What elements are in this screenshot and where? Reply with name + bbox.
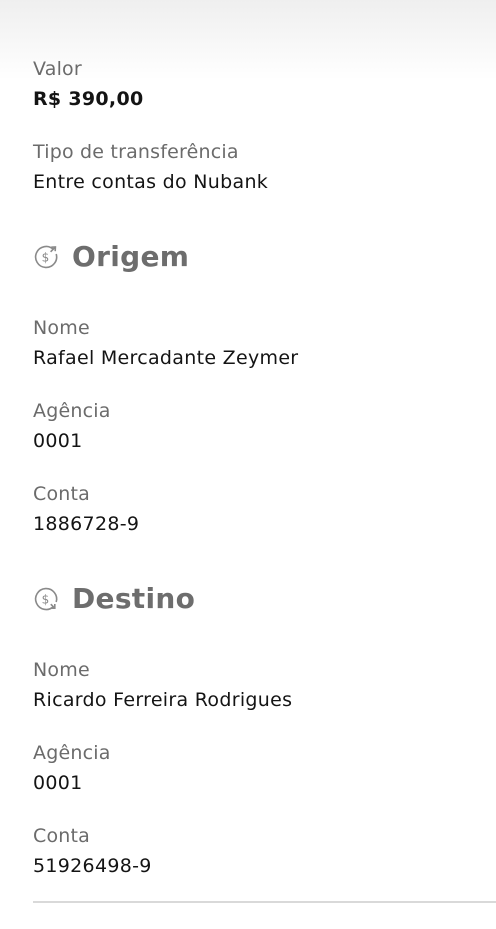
destination-header: $ Destino	[33, 582, 195, 615]
origin-header: $ Origem	[33, 240, 189, 273]
amount-label: Valor	[33, 58, 82, 80]
destination-account-label: Conta	[33, 825, 91, 847]
destination-name-label: Nome	[33, 659, 90, 681]
destination-title: Destino	[72, 582, 196, 615]
svg-text:$: $	[42, 250, 50, 264]
amount-value: R$ 390,00	[33, 88, 144, 110]
money-out-icon: $	[33, 244, 59, 270]
destination-agency-value: 0001	[33, 772, 83, 794]
destination-name-value: Ricardo Ferreira Rodrigues	[33, 689, 293, 711]
svg-text:$: $	[42, 592, 50, 606]
transfer-type-value: Entre contas do Nubank	[33, 171, 269, 193]
destination-name-field: Nome Ricardo Ferreira Rodrigues	[33, 659, 292, 711]
money-in-icon: $	[33, 586, 59, 612]
destination-agency-field: Agência 0001	[33, 742, 111, 794]
origin-name-field: Nome Rafael Mercadante Zeymer	[33, 317, 298, 369]
transfer-type-field: Tipo de transferência Entre contas do Nu…	[33, 141, 268, 193]
origin-agency-field: Agência 0001	[33, 400, 111, 452]
bottom-divider	[33, 901, 496, 903]
origin-account-value: 1886728-9	[33, 513, 140, 535]
destination-account-value: 51926498-9	[33, 855, 152, 877]
origin-agency-label: Agência	[33, 400, 111, 422]
origin-name-label: Nome	[33, 317, 90, 339]
destination-account-field: Conta 51926498-9	[33, 825, 152, 877]
origin-agency-value: 0001	[33, 430, 83, 452]
origin-name-value: Rafael Mercadante Zeymer	[33, 347, 299, 369]
transfer-type-label: Tipo de transferência	[33, 141, 239, 163]
origin-account-field: Conta 1886728-9	[33, 483, 139, 535]
amount-field: Valor R$ 390,00	[33, 58, 143, 110]
origin-title: Origem	[72, 240, 190, 273]
origin-account-label: Conta	[33, 483, 91, 505]
destination-agency-label: Agência	[33, 742, 111, 764]
